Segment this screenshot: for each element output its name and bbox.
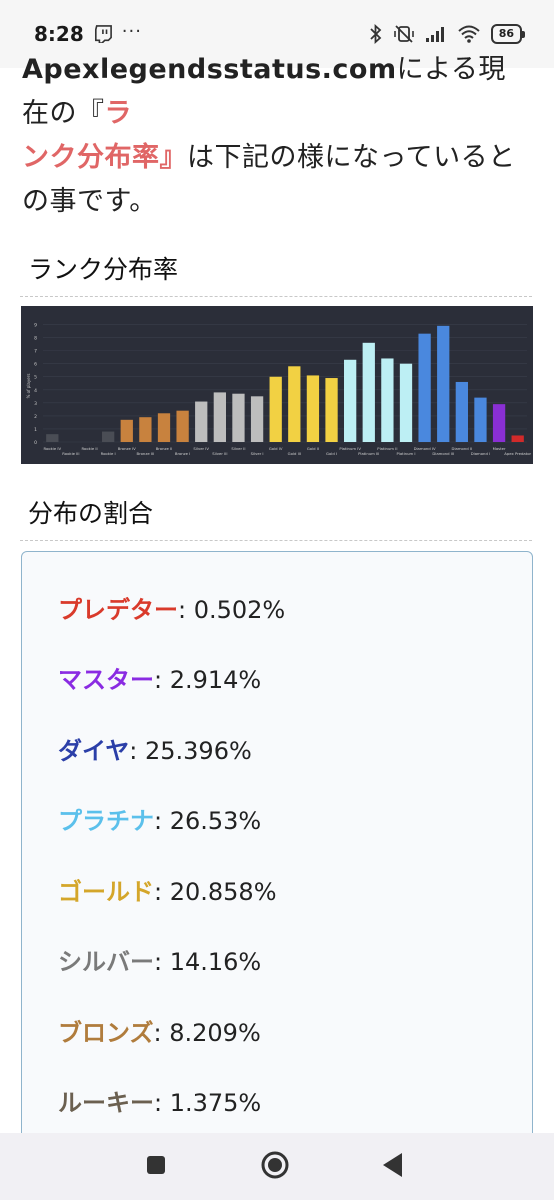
chart-xtick-label: Silver III <box>212 451 227 456</box>
chart-bar <box>455 381 468 442</box>
bluetooth-icon <box>370 24 381 44</box>
more-notifications-icon: ··· <box>121 20 142 42</box>
distribution-box: プレデター: 0.502% マスター: 2.914% ダイヤ: 25.396% … <box>21 551 533 1191</box>
chart-bar <box>325 378 338 442</box>
chart-bar <box>46 434 59 442</box>
twitch-icon <box>94 25 112 43</box>
battery-indicator: 86 <box>490 24 526 44</box>
chart-xtick-label: Rookie I <box>101 451 116 456</box>
chart-ytick-label: 1 <box>34 427 37 433</box>
source-link[interactable]: Apexlegendsstatus.com <box>22 54 397 85</box>
chart-bar <box>288 366 301 442</box>
chart-xtick-label: Bronze III <box>137 451 155 456</box>
dist-row-diamond: ダイヤ: 25.396% <box>58 737 252 765</box>
chart-bar <box>157 413 171 442</box>
status-time: 8:28 <box>34 22 84 46</box>
back-button[interactable] <box>380 1151 406 1179</box>
chart-bar <box>492 404 506 442</box>
dist-row-platinum: プラチナ: 26.53% <box>58 807 262 835</box>
chart-ylabel: % of players <box>26 374 31 399</box>
chart-bar <box>232 393 245 442</box>
chart-xtick-label: Silver IV <box>193 446 209 451</box>
dist-row-predator: プレデター: 0.502% <box>58 596 286 624</box>
chart-xtick-label: Bronze I <box>175 451 190 456</box>
chart-ytick-label: 0 <box>34 440 37 446</box>
distribution-ratio-heading: 分布の割合 <box>20 494 532 541</box>
chart-ytick-label: 7 <box>34 349 37 355</box>
home-circle-icon <box>261 1151 289 1179</box>
dist-row-bronze: ブロンズ: 8.209% <box>58 1019 261 1047</box>
wifi-icon <box>458 25 480 43</box>
chart-xtick-label: Gold III <box>288 451 301 456</box>
chart-xtick-label: Platinum III <box>358 451 379 456</box>
chart-bar <box>381 358 394 442</box>
vibrate-mute-icon <box>393 25 414 43</box>
chart-bar <box>195 401 208 442</box>
chart-xtick-label: Gold IV <box>269 446 283 451</box>
dist-row-master: マスター: 2.914% <box>58 666 262 694</box>
highlight-text: ンク分布率』 <box>22 142 187 173</box>
chart-ytick-label: 2 <box>34 414 37 420</box>
chart-xtick-label: Rookie IV <box>43 446 61 451</box>
dist-row-rookie: ルーキー: 1.375% <box>58 1089 262 1117</box>
back-triangle-icon <box>383 1153 402 1177</box>
rank-distribution-chart: 0 1 2 3 4 5 6 7 8 9% of players Rookie IV Rookie II… <box>21 306 533 464</box>
home-button[interactable] <box>260 1150 290 1180</box>
signal-icon <box>425 27 444 42</box>
chart-ytick-label: 4 <box>34 388 37 394</box>
chart-bar <box>250 396 264 442</box>
chart-bar <box>344 359 357 442</box>
chart-ytick-label: 5 <box>34 375 37 381</box>
chart-bar <box>306 375 320 442</box>
chart-ytick-label: 3 <box>34 401 37 407</box>
chart-xtick-label: Platinum I <box>396 451 415 456</box>
chart-xtick-label: Bronze IV <box>118 446 136 451</box>
chart-bar <box>176 410 189 442</box>
chart-xtick-label: Platinum II <box>377 446 397 451</box>
dist-row-gold: ゴールド: 20.858% <box>58 878 277 906</box>
chart-xtick-label: Diamond III <box>432 451 454 456</box>
chart-bar <box>474 397 487 442</box>
chart-bar <box>437 325 450 442</box>
chart-xtick-label: Gold II <box>307 446 319 451</box>
chart-xtick-label: Gold I <box>326 451 337 456</box>
intro-paragraph: Apexlegendsstatus.comによる現在の『ラ ンク分布率』は下記の様… <box>22 54 516 217</box>
chart-bar <box>399 363 413 442</box>
chart-bar <box>511 435 524 442</box>
chart-xtick-label: Apex Predator <box>504 451 531 456</box>
chart-bar <box>120 419 133 442</box>
chart-bar <box>269 376 282 442</box>
rank-distribution-heading: ランク分布率 <box>20 250 532 297</box>
recents-button[interactable] <box>144 1153 168 1177</box>
chart-bar <box>102 431 115 442</box>
chart-svg: 0123456789% of playersRookie IVRookie II… <box>26 323 532 456</box>
chart-xtick-label: Rookie II <box>81 446 97 451</box>
dist-row-silver: シルバー: 14.16% <box>58 948 262 976</box>
chart-ytick-label: 6 <box>34 362 37 368</box>
chart-xtick-label: Bronze II <box>156 446 173 451</box>
chart-xtick-label: Diamond II <box>452 446 473 451</box>
chart-xtick-label: Silver II <box>231 446 245 451</box>
chart-bar <box>362 342 375 442</box>
chart-xtick-label: Silver I <box>251 451 264 456</box>
square-icon <box>147 1156 165 1174</box>
chart-bar <box>213 392 226 442</box>
chart-xtick-label: Rookie III <box>62 451 79 456</box>
chart-xtick-label: Diamond I <box>471 451 490 456</box>
chart-bar <box>418 333 431 442</box>
system-nav-bar <box>0 1133 554 1200</box>
article-content: Apexlegendsstatus.comによる現在の『ラ ンク分布率』は下記の様… <box>0 54 554 244</box>
chart-bar <box>139 417 152 442</box>
chart-ytick-label: 8 <box>34 336 37 342</box>
chart-ytick-label: 9 <box>34 323 37 329</box>
